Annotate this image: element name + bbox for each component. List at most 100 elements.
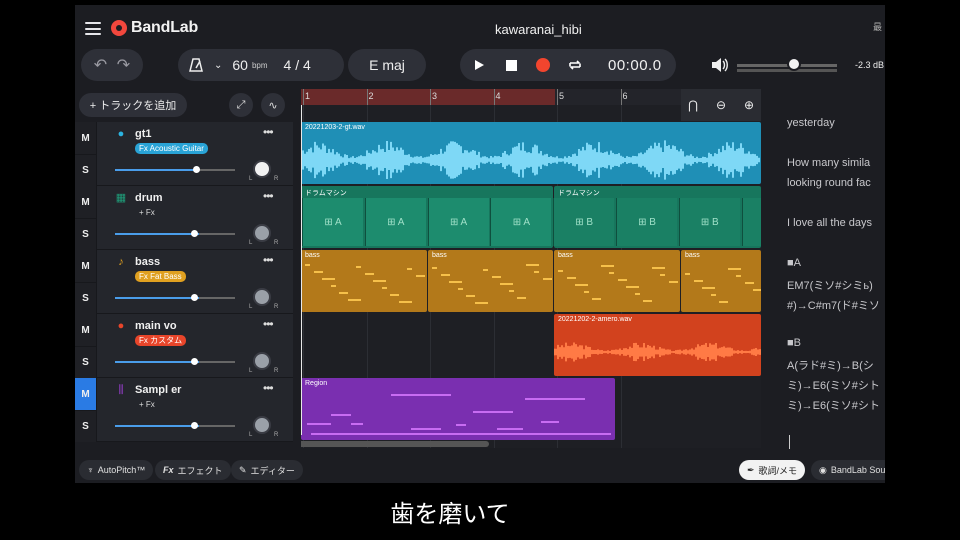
add-fx-button[interactable]: + Fx: [139, 208, 155, 217]
track-options-icon[interactable]: •••: [263, 125, 274, 139]
track-header[interactable]: M S ▦ drum ••• + Fx L R: [75, 186, 293, 250]
audio-clip-vocal[interactable]: 20221202-2-amero.wav: [554, 314, 761, 376]
fx-preset-badge[interactable]: Fx Acoustic Guitar: [135, 143, 208, 154]
chevron-down-icon[interactable]: ⌄: [214, 60, 222, 71]
drum-pattern-block[interactable]: ⊞ B: [616, 198, 677, 246]
track-volume-knob[interactable]: [191, 294, 198, 301]
track-volume-slider[interactable]: [115, 233, 235, 235]
key-selector[interactable]: E maj: [348, 49, 426, 81]
zoom-out-icon[interactable]: ⊖: [710, 94, 732, 116]
stop-button[interactable]: [500, 54, 522, 76]
bandlab-logo[interactable]: BandLab: [111, 19, 198, 37]
mute-button[interactable]: M: [75, 186, 97, 218]
mute-button[interactable]: M: [75, 250, 97, 282]
track-lane[interactable]: ドラムマシン ドラムマシン ⊞ A ⊞ A ⊞ A ⊞ A ⊞ B ⊞ B ⊞ B ⊞ B: [301, 186, 761, 250]
drum-pattern-block[interactable]: ⊞ B: [553, 198, 615, 246]
play-button[interactable]: [468, 54, 490, 76]
track-options-icon[interactable]: •••: [263, 189, 274, 203]
track-volume-knob[interactable]: [191, 422, 198, 429]
solo-button[interactable]: S: [75, 218, 97, 250]
track-options-icon[interactable]: •••: [263, 381, 274, 395]
tempo-value[interactable]: 60: [232, 57, 248, 73]
autopitch-button[interactable]: ♆ AutoPitch™: [79, 460, 154, 480]
track-lane[interactable]: 20221202-2-amero.wav: [301, 314, 761, 378]
track-name[interactable]: drum: [135, 192, 163, 204]
track-name[interactable]: bass: [135, 256, 160, 268]
solo-button[interactable]: S: [75, 346, 97, 378]
track-lane[interactable]: 20221203-2-gt.wav: [301, 122, 761, 186]
undo-icon[interactable]: ↶: [94, 55, 107, 75]
pan-knob[interactable]: [253, 416, 271, 434]
sampler-region[interactable]: Region: [301, 378, 615, 440]
midi-clip-bass[interactable]: bass: [428, 250, 553, 312]
audio-clip-gt1[interactable]: 20221203-2-gt.wav: [301, 122, 761, 184]
track-volume-slider[interactable]: [115, 169, 235, 171]
pan-knob[interactable]: [253, 352, 271, 370]
tempo-control[interactable]: ⌄ 60 bpm 4 / 4: [178, 49, 344, 81]
midi-clip-bass[interactable]: bass: [681, 250, 761, 312]
redo-icon[interactable]: ↷: [117, 55, 130, 75]
solo-button[interactable]: S: [75, 154, 97, 186]
drum-pattern-block[interactable]: ⊞ B: [678, 198, 740, 246]
record-button[interactable]: [532, 54, 554, 76]
track-lane[interactable]: bass bass bass bass: [301, 250, 761, 314]
track-volume-slider[interactable]: [115, 361, 235, 363]
track-volume-knob[interactable]: [191, 230, 198, 237]
drum-pattern-block[interactable]: ⊞ A: [302, 198, 363, 246]
mute-button[interactable]: M: [75, 122, 97, 154]
add-fx-button[interactable]: + Fx: [139, 400, 155, 409]
bandlab-sounds-button[interactable]: ◉ BandLab Sour: [811, 460, 885, 480]
lyrics-memo-panel[interactable]: yesterday How many simila looking round fa…: [781, 89, 885, 454]
track-name[interactable]: gt1: [135, 128, 152, 140]
track-volume-slider[interactable]: [115, 297, 235, 299]
track-header[interactable]: M S ● main vo ••• Fx カスタム L R: [75, 314, 293, 378]
effects-button[interactable]: Fx エフェクト: [155, 460, 231, 480]
track-header[interactable]: M S ♪ bass ••• Fx Fat Bass L R: [75, 250, 293, 314]
mute-button[interactable]: M: [75, 378, 97, 410]
playhead[interactable]: [301, 105, 302, 435]
track-name[interactable]: main vo: [135, 320, 177, 332]
timeline-area[interactable]: 123456 ⋂ ⊖ ⊕ 20221203-2-gt.wav ドラムマシン ドラムマ…: [301, 89, 761, 448]
metronome-icon[interactable]: [188, 57, 204, 73]
track-volume-slider[interactable]: [115, 425, 235, 427]
lyrics-memo-button[interactable]: ✒ 歌詞/メモ: [739, 460, 806, 480]
track-volume-knob[interactable]: [191, 358, 198, 365]
volume-icon[interactable]: [711, 57, 729, 73]
pan-knob[interactable]: [253, 160, 271, 178]
midi-clip-bass[interactable]: bass: [554, 250, 680, 312]
drum-pattern-label: ⊞ A: [512, 216, 531, 228]
add-track-button[interactable]: + トラックを追加: [79, 93, 187, 117]
track-options-icon[interactable]: •••: [263, 317, 274, 331]
track-options-icon[interactable]: •••: [263, 253, 274, 267]
drum-pattern-block[interactable]: ⊞ A: [427, 198, 489, 246]
loop-button[interactable]: [564, 54, 586, 76]
track-lane[interactable]: Region: [301, 378, 761, 442]
solo-button[interactable]: S: [75, 410, 97, 442]
snap-magnet-icon[interactable]: ⋂: [682, 94, 704, 116]
automation-button[interactable]: ⤢: [229, 93, 253, 117]
drum-pattern-block[interactable]: ⊞ A: [490, 198, 552, 246]
pan-knob[interactable]: [253, 224, 271, 242]
tuner-button[interactable]: ∿: [261, 93, 285, 117]
midi-clip-bass[interactable]: bass: [301, 250, 427, 312]
fx-preset-badge[interactable]: Fx カスタム: [135, 335, 187, 346]
drum-pattern-block[interactable]: ⊞ B: [741, 198, 761, 246]
project-title[interactable]: kawaranai_hibi: [495, 22, 582, 37]
track-header[interactable]: M S ● gt1 ••• Fx Acoustic Guitar L R: [75, 122, 293, 186]
solo-button[interactable]: S: [75, 282, 97, 314]
loop-region[interactable]: [301, 89, 555, 105]
waveform-icon: ∿: [268, 99, 278, 112]
mute-button[interactable]: M: [75, 314, 97, 346]
track-volume-knob[interactable]: [193, 166, 200, 173]
zoom-in-icon[interactable]: ⊕: [738, 94, 760, 116]
track-header[interactable]: M S ⫼ Sampl er ••• + Fx L R: [75, 378, 293, 442]
fx-preset-badge[interactable]: Fx Fat Bass: [135, 271, 186, 282]
track-name[interactable]: Sampl er: [135, 384, 181, 396]
pan-knob[interactable]: [253, 288, 271, 306]
horizontal-scrollbar[interactable]: [301, 441, 489, 447]
drum-pattern-block[interactable]: ⊞ A: [364, 198, 426, 246]
volume-slider-knob[interactable]: [787, 57, 801, 71]
editor-button[interactable]: ✎ エディター: [231, 460, 303, 480]
time-signature[interactable]: 4 / 4: [284, 57, 311, 73]
hamburger-menu-icon[interactable]: [85, 22, 101, 35]
